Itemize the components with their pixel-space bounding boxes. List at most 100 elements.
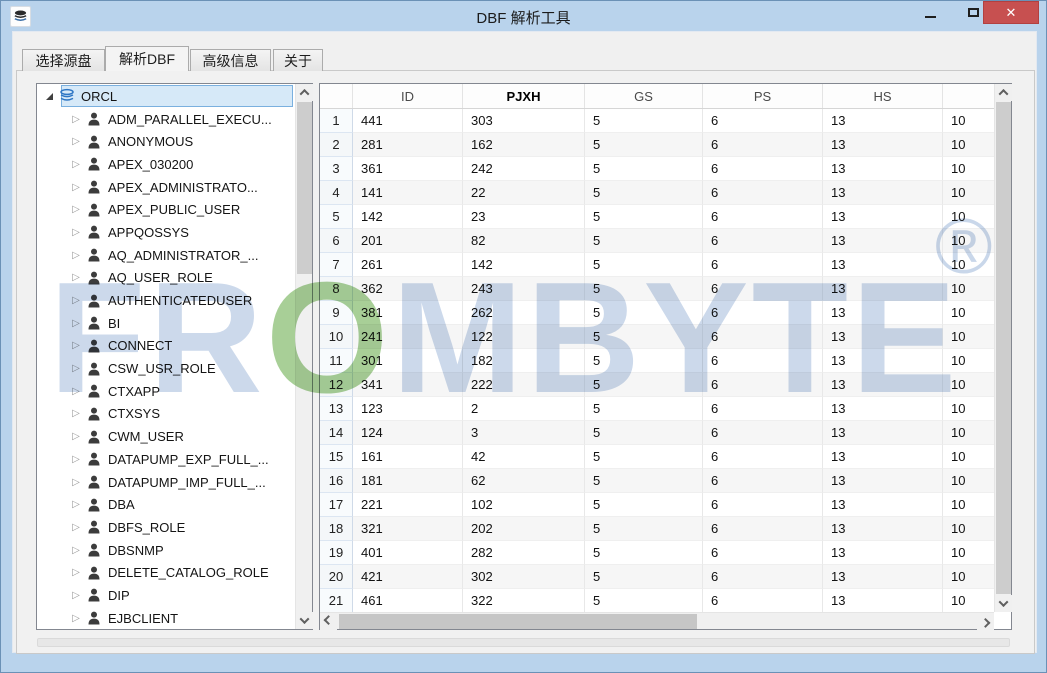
tree-scroll-up-button[interactable] xyxy=(296,84,313,101)
data-cell[interactable]: 10 xyxy=(943,445,994,469)
data-cell[interactable]: 13 xyxy=(823,589,943,612)
tree-item[interactable]: ▷ CTXSYS xyxy=(37,403,295,426)
column-header-gs[interactable]: GS xyxy=(585,84,703,108)
row-number-cell[interactable]: 10 xyxy=(320,325,353,349)
table-scroll-down-button[interactable] xyxy=(995,595,1012,612)
data-cell[interactable]: 6 xyxy=(703,109,823,133)
expand-arrow-icon[interactable]: ▷ xyxy=(71,227,81,238)
tree-item[interactable]: ▷ ANONYMOUS xyxy=(37,130,295,153)
column-header-ps[interactable]: PS xyxy=(703,84,823,108)
data-cell[interactable]: 13 xyxy=(823,397,943,421)
table-row[interactable]: 10 241 122 5 6 13 10 xyxy=(320,325,994,349)
row-number-cell[interactable]: 6 xyxy=(320,229,353,253)
expand-arrow-icon[interactable]: ▷ xyxy=(71,522,81,533)
tree-scroll-down-button[interactable] xyxy=(296,612,313,629)
data-cell[interactable]: 5 xyxy=(585,541,703,565)
collapse-arrow-icon[interactable] xyxy=(46,92,53,100)
row-number-cell[interactable]: 2 xyxy=(320,133,353,157)
row-number-cell[interactable]: 19 xyxy=(320,541,353,565)
tree-item[interactable]: ▷ CWM_USER xyxy=(37,425,295,448)
expand-arrow-icon[interactable]: ▷ xyxy=(71,477,81,488)
data-cell[interactable]: 10 xyxy=(943,541,994,565)
tree-item[interactable]: ▷ AQ_ADMINISTRATOR_... xyxy=(37,244,295,267)
expand-arrow-icon[interactable]: ▷ xyxy=(71,454,81,465)
data-cell[interactable]: 401 xyxy=(353,541,463,565)
table-row[interactable]: 6 201 82 5 6 13 10 xyxy=(320,229,994,253)
table-scroll-right-button[interactable] xyxy=(977,613,994,630)
column-header-pjxh[interactable]: PJXH xyxy=(463,84,585,108)
data-cell[interactable]: 10 xyxy=(943,493,994,517)
data-cell[interactable]: 10 xyxy=(943,157,994,181)
data-cell[interactable]: 5 xyxy=(585,397,703,421)
data-cell[interactable]: 182 xyxy=(463,349,585,373)
expand-arrow-icon[interactable]: ▷ xyxy=(71,272,81,283)
data-cell[interactable]: 142 xyxy=(353,205,463,229)
row-number-cell[interactable]: 9 xyxy=(320,301,353,325)
expand-arrow-icon[interactable]: ▷ xyxy=(71,408,81,419)
expand-arrow-icon[interactable]: ▷ xyxy=(71,136,81,147)
column-header-hs[interactable]: HS xyxy=(823,84,943,108)
expand-arrow-icon[interactable]: ▷ xyxy=(71,182,81,193)
data-cell[interactable]: 6 xyxy=(703,517,823,541)
data-cell[interactable]: 13 xyxy=(823,541,943,565)
data-cell[interactable]: 123 xyxy=(353,397,463,421)
data-cell[interactable]: 10 xyxy=(943,565,994,589)
table-row[interactable]: 14 124 3 5 6 13 10 xyxy=(320,421,994,445)
data-cell[interactable]: 421 xyxy=(353,565,463,589)
tree-item[interactable]: ▷ BI xyxy=(37,312,295,335)
data-cell[interactable]: 2 xyxy=(463,397,585,421)
data-cell[interactable]: 6 xyxy=(703,565,823,589)
expand-arrow-icon[interactable]: ▷ xyxy=(71,340,81,351)
row-number-cell[interactable]: 13 xyxy=(320,397,353,421)
expand-arrow-icon[interactable]: ▷ xyxy=(71,250,81,261)
data-cell[interactable]: 13 xyxy=(823,493,943,517)
tree-item[interactable]: ▷ CSW_USR_ROLE xyxy=(37,357,295,380)
data-cell[interactable]: 5 xyxy=(585,229,703,253)
data-cell[interactable]: 10 xyxy=(943,349,994,373)
table-row[interactable]: 5 142 23 5 6 13 10 xyxy=(320,205,994,229)
table-row[interactable]: 18 321 202 5 6 13 10 xyxy=(320,517,994,541)
expand-arrow-icon[interactable]: ▷ xyxy=(71,431,81,442)
data-cell[interactable]: 361 xyxy=(353,157,463,181)
table-hscrollbar-thumb[interactable] xyxy=(339,614,697,629)
data-cell[interactable]: 10 xyxy=(943,277,994,301)
table-row[interactable]: 19 401 282 5 6 13 10 xyxy=(320,541,994,565)
table-row[interactable]: 20 421 302 5 6 13 10 xyxy=(320,565,994,589)
data-cell[interactable]: 5 xyxy=(585,205,703,229)
expand-arrow-icon[interactable]: ▷ xyxy=(71,386,81,397)
table-row[interactable]: 9 381 262 5 6 13 10 xyxy=(320,301,994,325)
tree-root-orcl[interactable]: ORCL xyxy=(37,85,295,108)
data-cell[interactable]: 441 xyxy=(353,109,463,133)
table-scroll-left-button[interactable] xyxy=(320,613,337,630)
data-cell[interactable]: 42 xyxy=(463,445,585,469)
table-scroll-up-button[interactable] xyxy=(995,84,1012,101)
data-cell[interactable]: 122 xyxy=(463,325,585,349)
data-cell[interactable]: 6 xyxy=(703,253,823,277)
data-cell[interactable]: 162 xyxy=(463,133,585,157)
data-cell[interactable]: 6 xyxy=(703,589,823,612)
table-row[interactable]: 17 221 102 5 6 13 10 xyxy=(320,493,994,517)
table-row[interactable]: 16 181 62 5 6 13 10 xyxy=(320,469,994,493)
data-cell[interactable]: 322 xyxy=(463,589,585,612)
data-cell[interactable]: 10 xyxy=(943,253,994,277)
row-number-cell[interactable]: 14 xyxy=(320,421,353,445)
row-number-cell[interactable]: 18 xyxy=(320,517,353,541)
expand-arrow-icon[interactable]: ▷ xyxy=(71,204,81,215)
table-row[interactable]: 11 301 182 5 6 13 10 xyxy=(320,349,994,373)
table-row[interactable]: 8 362 243 5 6 13 10 xyxy=(320,277,994,301)
expand-arrow-icon[interactable]: ▷ xyxy=(71,613,81,624)
table-row[interactable]: 13 123 2 5 6 13 10 xyxy=(320,397,994,421)
tree-item[interactable]: ▷ APEX_PUBLIC_USER xyxy=(37,198,295,221)
data-cell[interactable]: 6 xyxy=(703,445,823,469)
data-cell[interactable]: 10 xyxy=(943,397,994,421)
data-cell[interactable]: 5 xyxy=(585,493,703,517)
data-cell[interactable]: 5 xyxy=(585,565,703,589)
row-number-cell[interactable]: 1 xyxy=(320,109,353,133)
tree-item[interactable]: ▷ ADM_PARALLEL_EXECU... xyxy=(37,108,295,131)
data-cell[interactable]: 10 xyxy=(943,325,994,349)
expand-arrow-icon[interactable]: ▷ xyxy=(71,295,81,306)
data-cell[interactable]: 13 xyxy=(823,229,943,253)
data-cell[interactable]: 6 xyxy=(703,541,823,565)
row-number-cell[interactable]: 5 xyxy=(320,205,353,229)
tree-item[interactable]: ▷ AUTHENTICATEDUSER xyxy=(37,289,295,312)
